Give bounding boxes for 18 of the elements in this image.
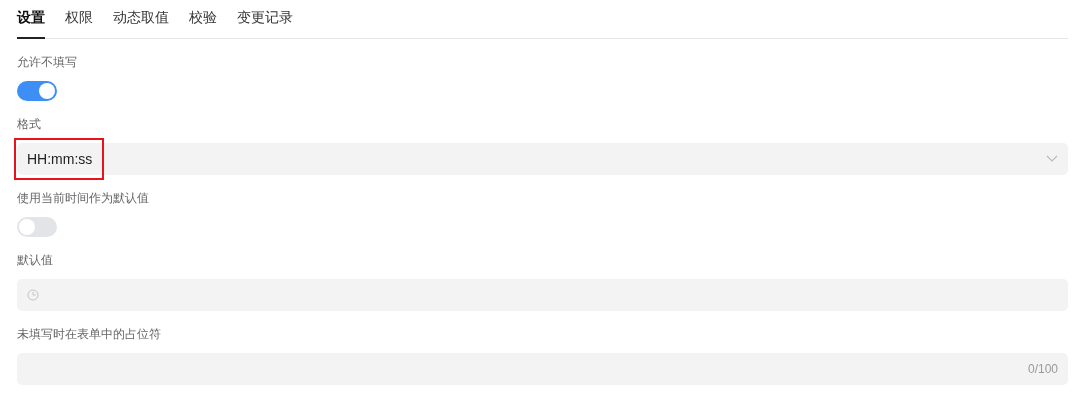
field-label: 默认值 (17, 252, 54, 268)
tab[interactable]: 校验 (189, 9, 217, 39)
clock-icon (27, 289, 39, 301)
toggle-switch[interactable] (17, 81, 57, 101)
field-label: 使用当前时间作为默认值 (17, 190, 150, 206)
tab[interactable]: 动态取值 (113, 9, 169, 39)
toggle-switch[interactable] (17, 217, 57, 237)
tab[interactable]: 设置 (17, 9, 45, 39)
format-select[interactable]: HH:mm:ss (17, 143, 1068, 175)
tab[interactable]: 变更记录 (237, 9, 293, 39)
time-field[interactable] (17, 279, 1068, 311)
field-label: 允许不填写 (17, 54, 78, 70)
field-label: 未填写时在表单中的占位符 (17, 326, 162, 342)
tab[interactable]: 权限 (65, 9, 93, 39)
chevron-down-icon (1046, 155, 1058, 163)
select-value: HH:mm:ss (27, 150, 93, 169)
field-label: 格式 (17, 116, 42, 132)
character-counter: 0/100 (1027, 362, 1058, 376)
